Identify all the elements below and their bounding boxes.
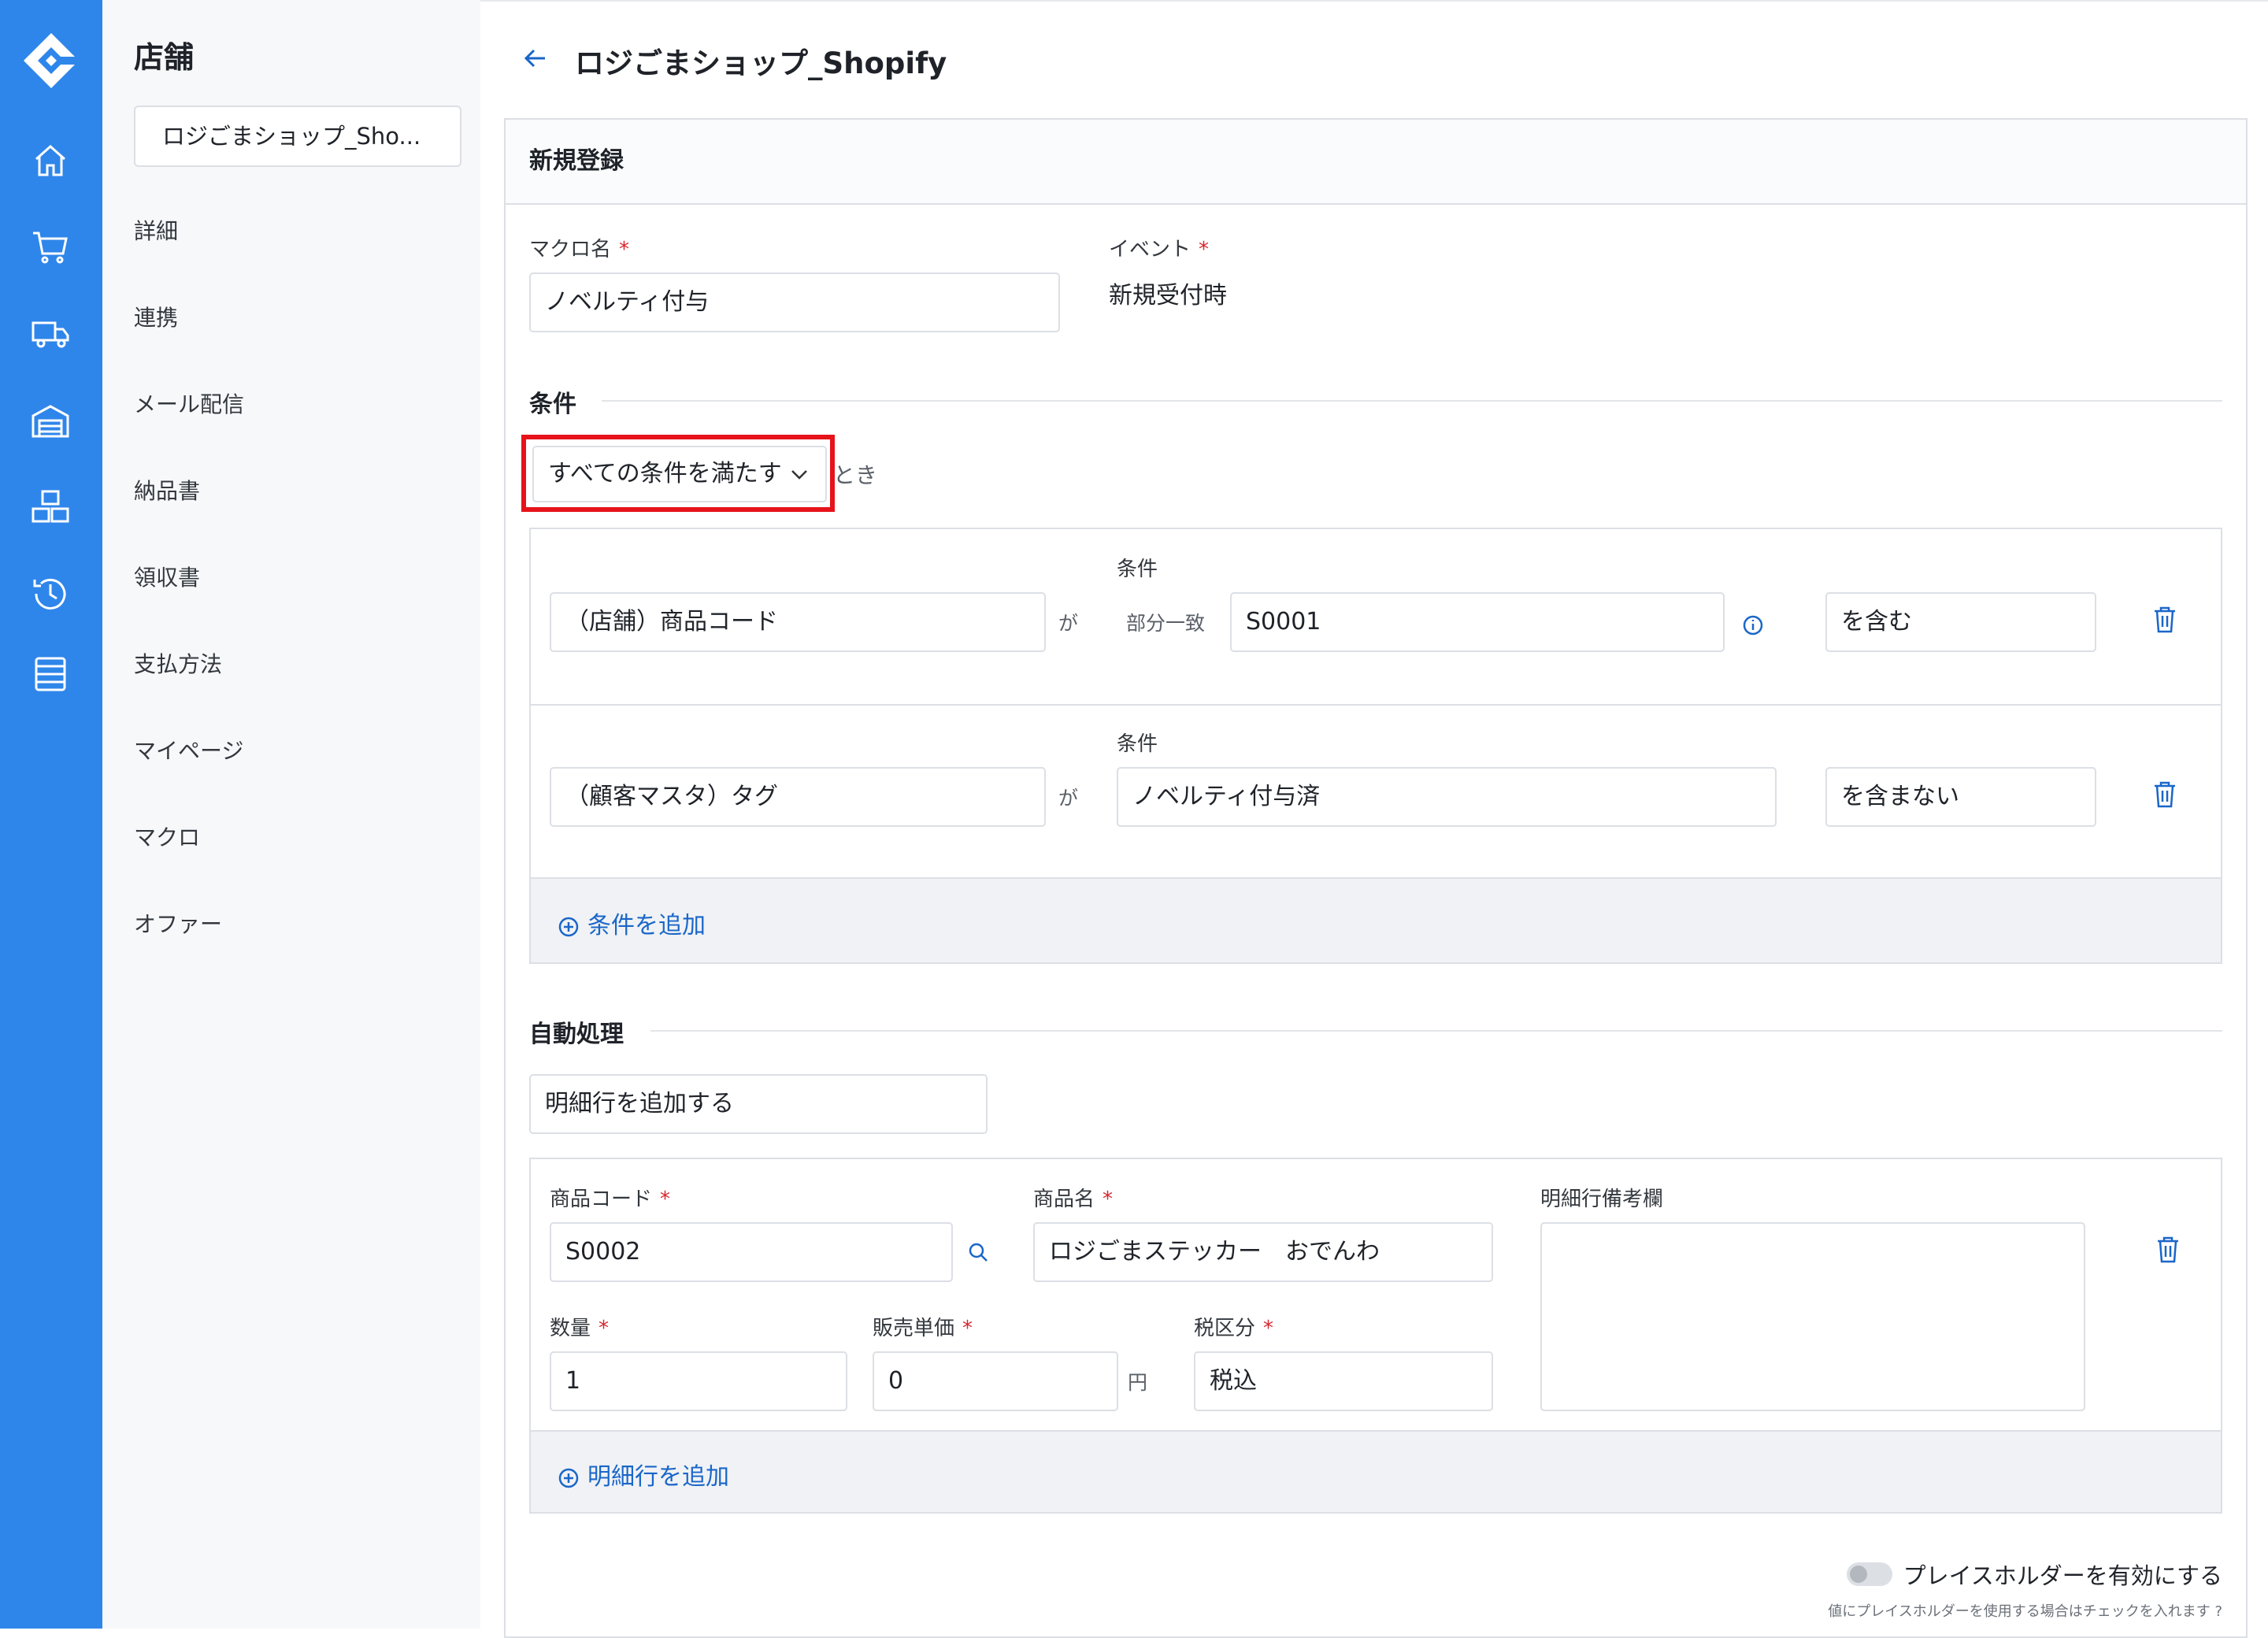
- trash-icon[interactable]: [2155, 1235, 2181, 1265]
- warehouse-icon[interactable]: [30, 400, 71, 441]
- placeholder-toggle-row: プレイスホルダーを有効にする: [1844, 1558, 2222, 1591]
- ga-text: が: [1058, 612, 1079, 635]
- section-divider: [602, 400, 2222, 402]
- match-all-select[interactable]: すべての条件を満たす: [532, 446, 827, 502]
- add-condition-bar: 条件を追加: [531, 877, 2221, 962]
- add-condition-button[interactable]: 条件を追加: [558, 906, 706, 940]
- sidebar-item-mail[interactable]: メール配信: [134, 387, 244, 419]
- plus-circle-icon: [558, 917, 579, 936]
- tax-type-select[interactable]: 税込: [1194, 1351, 1493, 1411]
- product-name-label: 商品名 *: [1033, 1188, 1114, 1211]
- search-icon[interactable]: [967, 1241, 989, 1263]
- product-code-input[interactable]: S0002: [550, 1222, 953, 1282]
- conditions-section-title: 条件: [529, 391, 576, 418]
- placeholder-toggle[interactable]: [1846, 1562, 1892, 1586]
- section-divider: [650, 1030, 2222, 1032]
- condition-operator-select[interactable]: を含む: [1825, 592, 2096, 652]
- placeholder-toggle-label: プレイスホルダーを有効にする: [1903, 1562, 2222, 1589]
- placeholder-hint: 値にプレイスホルダーを使用する場合はチェックを入れます ?: [1828, 1603, 2222, 1620]
- auto-section-title: 自動処理: [529, 1021, 624, 1048]
- match-suffix: とき: [833, 462, 878, 488]
- line-note-label: 明細行備考欄: [1540, 1188, 1664, 1211]
- tax-type-label: 税区分 *: [1194, 1317, 1274, 1340]
- condition-value-input[interactable]: ノベルティ付与済: [1117, 767, 1777, 827]
- home-icon[interactable]: [30, 140, 71, 181]
- page-title: ロジごまショップ_Shopify: [575, 46, 947, 80]
- condition-operator-select[interactable]: を含まない: [1825, 767, 2096, 827]
- event-label: イベント *: [1109, 238, 1210, 261]
- history-icon[interactable]: [30, 573, 71, 614]
- add-line-button[interactable]: 明細行を追加: [558, 1457, 729, 1492]
- sidebar-item-macro[interactable]: マクロ: [134, 821, 200, 852]
- icon-rail: [0, 0, 102, 1629]
- condition-field-select[interactable]: （顧客マスタ）タグ: [550, 767, 1046, 827]
- chevron-down-icon: [791, 470, 807, 480]
- sidebar-item-integration[interactable]: 連携: [134, 301, 178, 332]
- line-item-box: 商品コード * S0002 商品名 * ロジごまステッカー おでんわ 明細行備考欄 …: [529, 1158, 2222, 1514]
- condition-label: 条件: [1117, 558, 1158, 581]
- sidebar-item-receipt[interactable]: 領収書: [134, 561, 200, 592]
- boxes-icon[interactable]: [30, 487, 71, 528]
- info-icon[interactable]: [1742, 614, 1764, 636]
- back-arrow-icon[interactable]: [520, 43, 551, 74]
- product-code-label: 商品コード *: [550, 1188, 671, 1211]
- trash-icon[interactable]: [2151, 605, 2178, 635]
- quantity-input[interactable]: 1: [550, 1351, 847, 1411]
- line-note-textarea[interactable]: [1540, 1222, 2085, 1411]
- plus-circle-icon: [558, 1468, 579, 1488]
- cart-icon[interactable]: [30, 227, 71, 268]
- help-icon[interactable]: ?: [2214, 1603, 2222, 1620]
- truck-icon[interactable]: [30, 313, 71, 354]
- add-line-bar: 明細行を追加: [531, 1430, 2221, 1512]
- yen-unit: 円: [1128, 1371, 1148, 1394]
- sidebar-item-delivery-note[interactable]: 納品書: [134, 474, 200, 506]
- unit-price-input[interactable]: 0: [873, 1351, 1118, 1411]
- macro-name-input[interactable]: ノベルティ付与: [529, 272, 1060, 332]
- row-divider: [531, 704, 2221, 706]
- condition-value-input[interactable]: S0001: [1230, 592, 1725, 652]
- quantity-label: 数量 *: [550, 1317, 610, 1340]
- unit-price-label: 販売単価 *: [873, 1317, 973, 1340]
- sidebar-item-details[interactable]: 詳細: [134, 214, 178, 246]
- card-title: 新規登録: [506, 120, 2246, 205]
- action-select[interactable]: 明細行を追加する: [529, 1074, 988, 1134]
- macro-name-label: マクロ名 *: [529, 238, 630, 261]
- logo-icon[interactable]: [20, 30, 82, 91]
- store-select[interactable]: ロジごまショップ_Sho...: [134, 106, 461, 167]
- conditions-box: 条件 （店舗）商品コード が 部分一致 S0001 を含む 条件 （顧客マスタ）…: [529, 528, 2222, 964]
- main-content: ロジごまショップ_Shopify 新規登録 マクロ名 * ノベルティ付与 イベント…: [480, 0, 2268, 1638]
- event-value: 新規受付時: [1109, 282, 1227, 309]
- sidebar-item-payment[interactable]: 支払方法: [134, 647, 222, 679]
- sidebar-item-offer[interactable]: オファー: [134, 907, 222, 939]
- condition-field-select[interactable]: （店舗）商品コード: [550, 592, 1046, 652]
- ga-text: が: [1058, 787, 1079, 810]
- list-icon[interactable]: [30, 654, 71, 695]
- trash-icon[interactable]: [2151, 780, 2178, 810]
- secondary-sidebar: 店舗 ロジごまショップ_Sho... 詳細 連携 メール配信 納品書 領収書 支…: [102, 0, 480, 1629]
- match-mode-select[interactable]: 部分一致: [1126, 608, 1205, 636]
- macro-form-card: 新規登録 マクロ名 * ノベルティ付与 イベント * 新規受付時 条件 すべての条件…: [504, 118, 2248, 1638]
- condition-label: 条件: [1117, 732, 1158, 756]
- sidebar-item-mypage[interactable]: マイページ: [134, 734, 243, 765]
- product-name-input[interactable]: ロジごまステッカー おでんわ: [1033, 1222, 1493, 1282]
- sidebar-title: 店舗: [134, 40, 195, 75]
